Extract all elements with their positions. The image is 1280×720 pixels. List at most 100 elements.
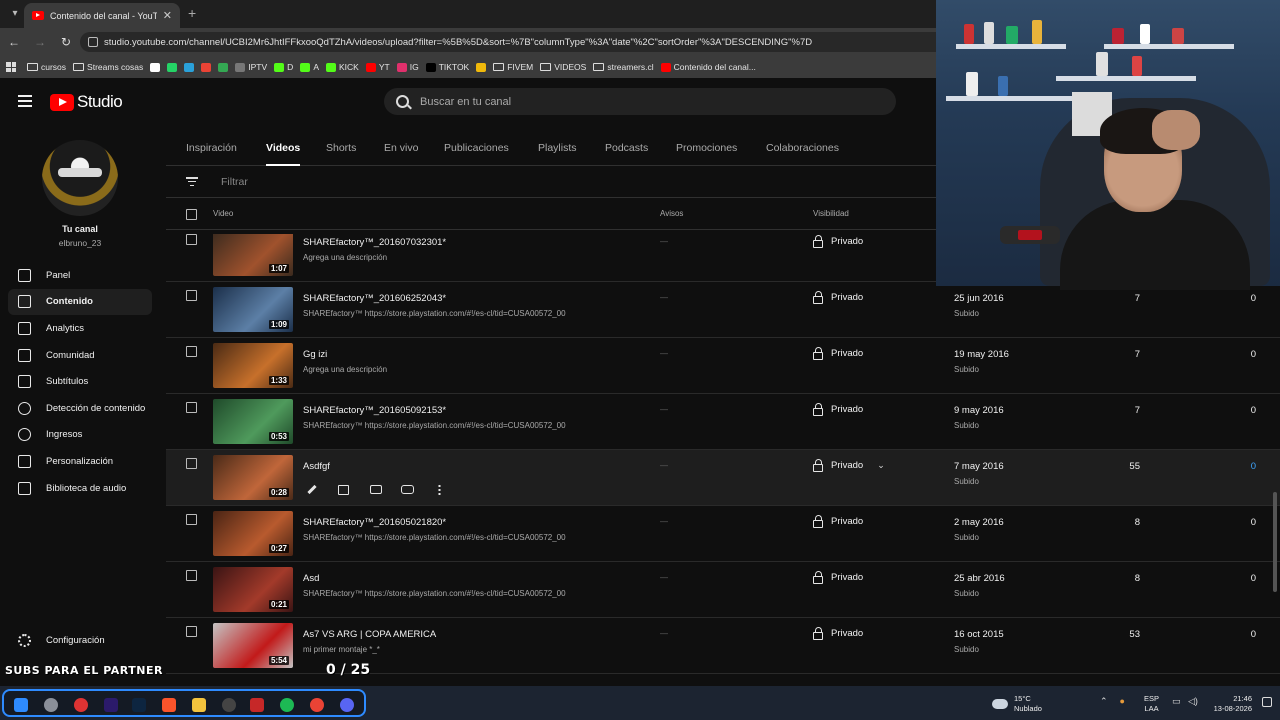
- new-tab-icon[interactable]: +: [188, 5, 196, 21]
- visibility-select[interactable]: Privado: [813, 347, 863, 360]
- tab-promociones[interactable]: Promociones: [676, 142, 737, 154]
- video-title[interactable]: SHAREfactory™_201606252043*: [303, 293, 446, 304]
- close-tab-icon[interactable]: ✕: [163, 9, 172, 22]
- volume-icon[interactable]: ◁): [1188, 696, 1198, 707]
- site-info-icon[interactable]: [88, 37, 98, 47]
- channel-avatar[interactable]: [42, 140, 118, 216]
- row-checkbox[interactable]: [186, 290, 197, 301]
- video-thumbnail[interactable]: 0:21: [213, 567, 293, 612]
- tab-inspiración[interactable]: Inspiración: [186, 142, 237, 154]
- video-title[interactable]: As7 VS ARG | COPA AMERICA: [303, 629, 436, 640]
- video-title[interactable]: Asd: [303, 573, 319, 584]
- sidebar-item-earn[interactable]: Ingresos: [8, 422, 152, 449]
- taskbar-clock[interactable]: 21:46 13-08-2026: [1206, 694, 1252, 714]
- table-row[interactable]: 0:21 Asd SHAREfactory™ https://store.plays…: [166, 562, 1280, 618]
- sidebar-item-analytics[interactable]: Analytics: [8, 315, 152, 342]
- studio-logo[interactable]: Studio: [50, 92, 123, 112]
- column-header-visibility[interactable]: Visibilidad: [813, 209, 849, 218]
- sidebar-item-content[interactable]: Contenido: [8, 288, 152, 316]
- bookmark-item[interactable]: cursos: [27, 62, 66, 72]
- visibility-select[interactable]: Privado ⌄: [813, 459, 885, 472]
- video-thumbnail[interactable]: 0:28: [213, 455, 293, 500]
- column-header-video[interactable]: Video: [213, 209, 233, 218]
- windows-start-icon[interactable]: [14, 698, 28, 712]
- video-comments[interactable]: 0: [1226, 461, 1256, 472]
- sidebar-item-dashboard[interactable]: Panel: [8, 262, 152, 289]
- video-thumbnail[interactable]: 5:54: [213, 623, 293, 668]
- weather-widget[interactable]: 15°C Nublado: [992, 694, 1042, 714]
- discord-icon[interactable]: [340, 698, 354, 712]
- visibility-select[interactable]: Privado: [813, 291, 863, 304]
- menu-icon[interactable]: [18, 95, 32, 107]
- video-thumbnail[interactable]: 1:07: [213, 234, 293, 276]
- video-title[interactable]: SHAREfactory™_201607032301*: [303, 237, 446, 248]
- sidebar-item-copyright[interactable]: Detección de contenido: [8, 395, 152, 422]
- tab-videos[interactable]: Videos: [266, 142, 301, 166]
- bookmark-item[interactable]: Streams cosas: [73, 62, 143, 72]
- video-title[interactable]: SHAREfactory™_201605092153*: [303, 405, 446, 416]
- row-checkbox[interactable]: [186, 458, 197, 469]
- reload-icon[interactable]: ↻: [54, 35, 78, 49]
- forward-arrow-icon[interactable]: →: [28, 35, 52, 49]
- visibility-select[interactable]: Privado: [813, 627, 863, 640]
- app-red-icon[interactable]: [74, 698, 88, 712]
- video-thumbnail[interactable]: 0:27: [213, 511, 293, 556]
- notifications-icon[interactable]: [1262, 697, 1272, 707]
- more-options-icon[interactable]: [432, 482, 447, 497]
- bookmark-item[interactable]: VIDEOS: [540, 62, 586, 72]
- filter-input[interactable]: Filtrar: [221, 176, 248, 188]
- apps-grid-icon[interactable]: [6, 62, 16, 72]
- table-row[interactable]: 1:33 Gg izi Agrega una descripción — Privado…: [166, 338, 1280, 394]
- bookmark-item[interactable]: A: [300, 62, 319, 72]
- bookmark-item[interactable]: Contenido del canal...: [660, 62, 756, 72]
- video-thumbnail[interactable]: 0:53: [213, 399, 293, 444]
- bookmark-item[interactable]: [150, 62, 161, 72]
- bookmark-item[interactable]: [184, 62, 195, 72]
- search-icon[interactable]: [396, 95, 409, 108]
- row-checkbox[interactable]: [186, 402, 197, 413]
- table-row[interactable]: 0:27 SHAREfactory™_201605021820* SHAREfact…: [166, 506, 1280, 562]
- table-row[interactable]: 1:09 SHAREfactory™_201606252043* SHAREfact…: [166, 282, 1280, 338]
- select-all-checkbox[interactable]: [186, 209, 197, 220]
- bookmark-item[interactable]: TIKTOK: [425, 62, 469, 72]
- brave-icon[interactable]: [162, 698, 176, 712]
- visibility-select[interactable]: Privado: [813, 403, 863, 416]
- video-thumbnail[interactable]: 1:33: [213, 343, 293, 388]
- sidebar-item-subtitles[interactable]: Subtítulos: [8, 368, 152, 395]
- bookmark-item[interactable]: streamers.cl: [593, 62, 654, 72]
- bookmark-item[interactable]: [201, 62, 212, 72]
- app-live-icon[interactable]: [250, 698, 264, 712]
- show-hidden-icons-icon[interactable]: ⌃: [1100, 696, 1108, 707]
- visibility-select[interactable]: Privado: [813, 235, 863, 248]
- video-title[interactable]: SHAREfactory™_201605021820*: [303, 517, 446, 528]
- bookmark-item[interactable]: [218, 62, 229, 72]
- bookmark-item[interactable]: KICK: [325, 62, 359, 72]
- bookmark-item[interactable]: [476, 62, 487, 72]
- filter-icon[interactable]: [186, 177, 198, 186]
- bookmark-item[interactable]: YT: [365, 62, 390, 72]
- spotify-icon[interactable]: [280, 698, 294, 712]
- bookmark-item[interactable]: IPTV: [235, 62, 267, 72]
- row-checkbox[interactable]: [186, 570, 197, 581]
- app-clock-icon[interactable]: [222, 698, 236, 712]
- row-checkbox[interactable]: [186, 514, 197, 525]
- settings-app-icon[interactable]: [44, 698, 58, 712]
- analytics-icon[interactable]: [336, 482, 351, 497]
- view-on-youtube-icon[interactable]: [400, 482, 415, 497]
- sidebar-item-customization[interactable]: Personalización: [8, 448, 152, 475]
- row-checkbox[interactable]: [186, 626, 197, 637]
- tab-search-chevron-icon[interactable]: ▾: [6, 5, 24, 23]
- edit-pencil-icon[interactable]: [304, 482, 319, 497]
- chevron-down-icon[interactable]: ⌄: [877, 460, 885, 471]
- comments-icon[interactable]: [368, 482, 383, 497]
- tab-publicaciones[interactable]: Publicaciones: [444, 142, 509, 154]
- tab-playlists[interactable]: Playlists: [538, 142, 577, 154]
- column-header-restrictions[interactable]: Avisos: [660, 209, 683, 218]
- back-arrow-icon[interactable]: ←: [2, 35, 26, 49]
- search-input[interactable]: [420, 95, 820, 108]
- tab-podcasts[interactable]: Podcasts: [605, 142, 648, 154]
- tab-shorts[interactable]: Shorts: [326, 142, 356, 154]
- tab-en-vivo[interactable]: En vivo: [384, 142, 418, 154]
- video-thumbnail[interactable]: 1:09: [213, 287, 293, 332]
- premiere-icon[interactable]: [104, 698, 118, 712]
